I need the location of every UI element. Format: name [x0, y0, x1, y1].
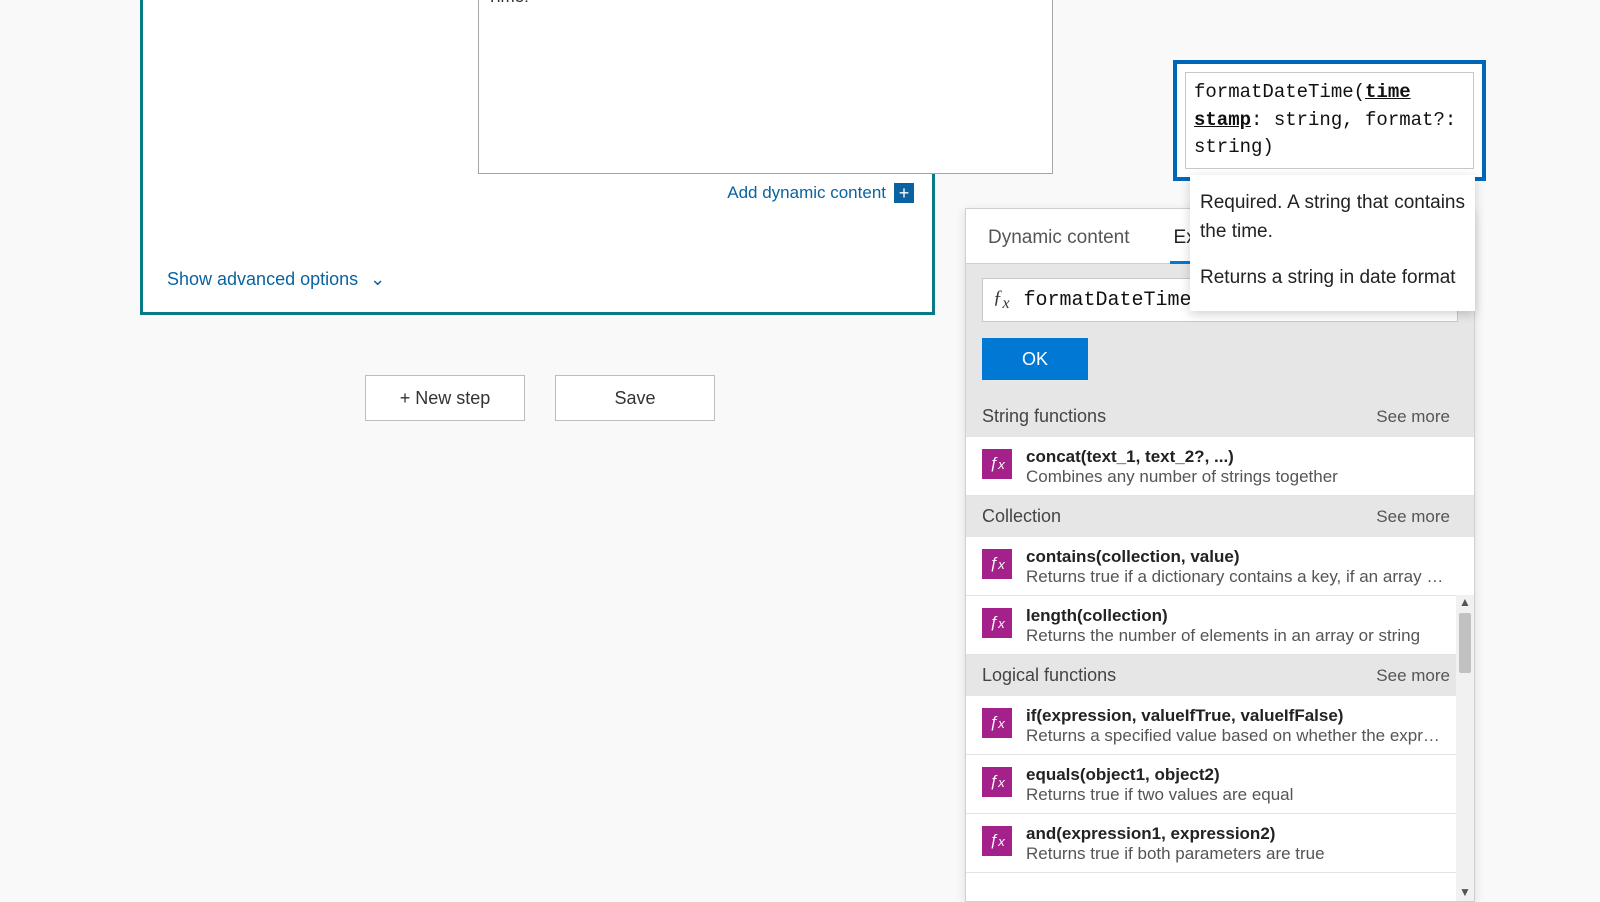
group-title: String functions: [982, 406, 1106, 427]
text-cursor-icon: [1411, 82, 1412, 100]
group-title: Collection: [982, 506, 1061, 527]
function-description: Combines any number of strings together: [1026, 467, 1338, 487]
function-group-header: String functions See more: [966, 396, 1474, 437]
function-signature: equals(object1, object2): [1026, 765, 1293, 785]
function-signature: length(collection): [1026, 606, 1420, 626]
chevron-down-icon: ⌄: [370, 269, 385, 290]
function-signature: contains(collection, value): [1026, 547, 1446, 567]
function-item[interactable]: ƒx concat(text_1, text_2?, ...)Combines a…: [966, 437, 1474, 496]
function-item[interactable]: ƒx contains(collection, value)Returns tru…: [966, 537, 1474, 596]
save-button[interactable]: Save: [555, 375, 715, 421]
show-advanced-options[interactable]: Show advanced options ⌄: [167, 269, 385, 290]
group-title: Logical functions: [982, 665, 1116, 686]
action-buttons-row: + New step Save: [365, 375, 715, 421]
new-step-button[interactable]: + New step: [365, 375, 525, 421]
function-description: Returns true if two values are equal: [1026, 785, 1293, 805]
message-body-input[interactable]: Name of the user: Name ✕ Time:: [478, 0, 1053, 174]
function-signature: concat(text_1, text_2?, ...): [1026, 447, 1338, 467]
tab-dynamic-content[interactable]: Dynamic content: [966, 227, 1152, 263]
action-card: Name of the user: Name ✕ Time: Add dynam…: [140, 0, 935, 315]
plus-icon: +: [894, 183, 914, 203]
scrollbar[interactable]: ▲ ▼: [1456, 595, 1474, 901]
function-item[interactable]: ƒx length(collection)Returns the number o…: [966, 596, 1474, 655]
sig-prefix: formatDateTime(: [1194, 81, 1365, 103]
fx-badge-icon: ƒx: [982, 449, 1012, 479]
ok-button[interactable]: OK: [982, 338, 1088, 380]
function-signature: and(expression1, expression2): [1026, 824, 1325, 844]
sig-desc-returns: Returns a string in date format: [1200, 264, 1465, 293]
function-description: Returns a specified value based on wheth…: [1026, 726, 1446, 746]
add-dynamic-content-link[interactable]: Add dynamic content +: [727, 183, 914, 203]
function-group-header: Logical functions See more: [966, 655, 1474, 696]
expression-panel: Dynamic content Expression ƒx OK String …: [965, 208, 1475, 902]
see-more-link[interactable]: See more: [1376, 666, 1450, 686]
function-signature: if(expression, valueIfTrue, valueIfFalse…: [1026, 706, 1446, 726]
function-group-header: Collection See more: [966, 496, 1474, 537]
fx-badge-icon: ƒx: [982, 708, 1012, 738]
function-item[interactable]: ƒx and(expression1, expression2)Returns t…: [966, 814, 1474, 873]
function-description: Returns the number of elements in an arr…: [1026, 626, 1420, 646]
fx-badge-icon: ƒx: [982, 767, 1012, 797]
function-description: Returns true if a dictionary contains a …: [1026, 567, 1446, 587]
signature-tooltip: formatDateTime(timestamp: string, format…: [1173, 60, 1486, 181]
signature-description: Required. A string that contains the tim…: [1190, 175, 1475, 311]
function-item[interactable]: ƒx equals(object1, object2)Returns true i…: [966, 755, 1474, 814]
fx-badge-icon: ƒx: [982, 826, 1012, 856]
field-label-time: Time:: [487, 0, 529, 7]
function-item[interactable]: ƒx if(expression, valueIfTrue, valueIfFal…: [966, 696, 1474, 755]
function-list: String functions See more ƒx concat(text_1,…: [966, 396, 1474, 873]
scroll-up-icon[interactable]: ▲: [1459, 595, 1471, 611]
fx-badge-icon: ƒx: [982, 608, 1012, 638]
sig-desc-required: Required. A string that contains the tim…: [1200, 189, 1465, 246]
fx-badge-icon: ƒx: [982, 549, 1012, 579]
see-more-link[interactable]: See more: [1376, 407, 1450, 427]
scroll-down-icon[interactable]: ▼: [1459, 885, 1471, 901]
function-description: Returns true if both parameters are true: [1026, 844, 1325, 864]
add-dynamic-content-label: Add dynamic content: [727, 183, 886, 203]
show-advanced-label: Show advanced options: [167, 269, 358, 290]
see-more-link[interactable]: See more: [1376, 507, 1450, 527]
signature-text: formatDateTime(timestamp: string, format…: [1185, 72, 1474, 169]
fx-icon: ƒx: [993, 287, 1010, 313]
scroll-thumb[interactable]: [1459, 613, 1471, 673]
